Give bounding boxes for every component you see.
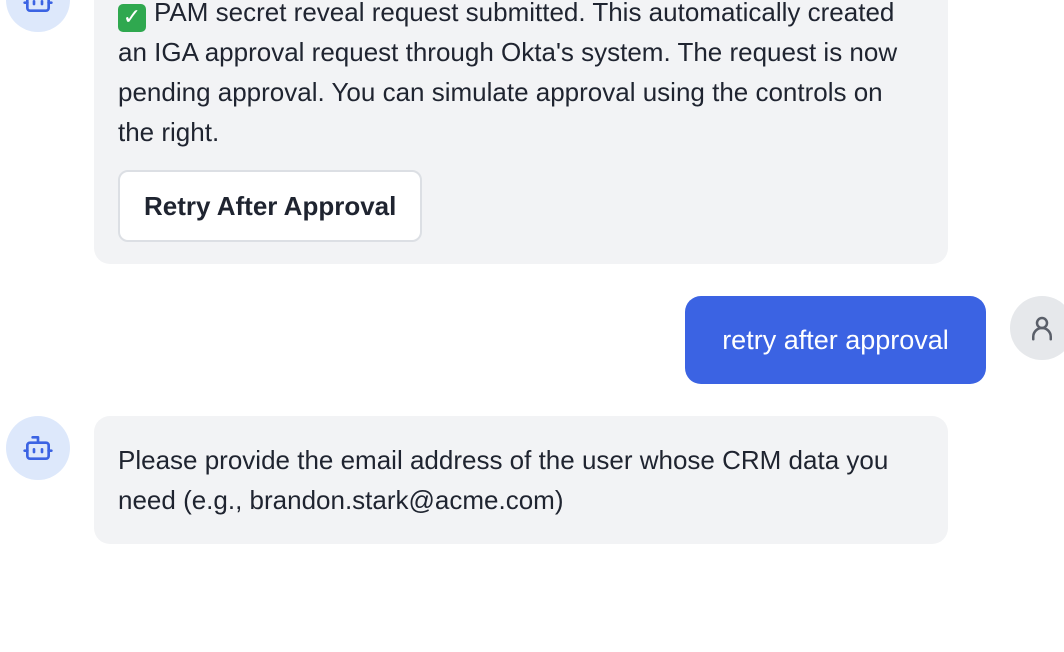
assistant-avatar [6, 0, 70, 32]
assistant-message-text: ✓ PAM secret reveal request submitted. Th… [118, 0, 898, 147]
chat-thread: ✓ PAM secret reveal request submitted. Th… [0, 0, 1064, 652]
bot-icon [23, 0, 53, 12]
bot-icon [23, 436, 53, 460]
check-mark-icon: ✓ [118, 4, 146, 32]
user-avatar [1010, 296, 1064, 360]
user-icon [1032, 316, 1052, 341]
user-message-text: retry after approval [722, 325, 949, 355]
assistant-message: ✓ PAM secret reveal request submitted. Th… [94, 0, 948, 264]
user-message: retry after approval [685, 296, 986, 384]
assistant-message: Please provide the email address of the … [94, 416, 948, 544]
retry-after-approval-button[interactable]: Retry After Approval [118, 170, 423, 242]
assistant-message-text: Please provide the email address of the … [118, 445, 889, 515]
assistant-avatar [6, 416, 70, 480]
